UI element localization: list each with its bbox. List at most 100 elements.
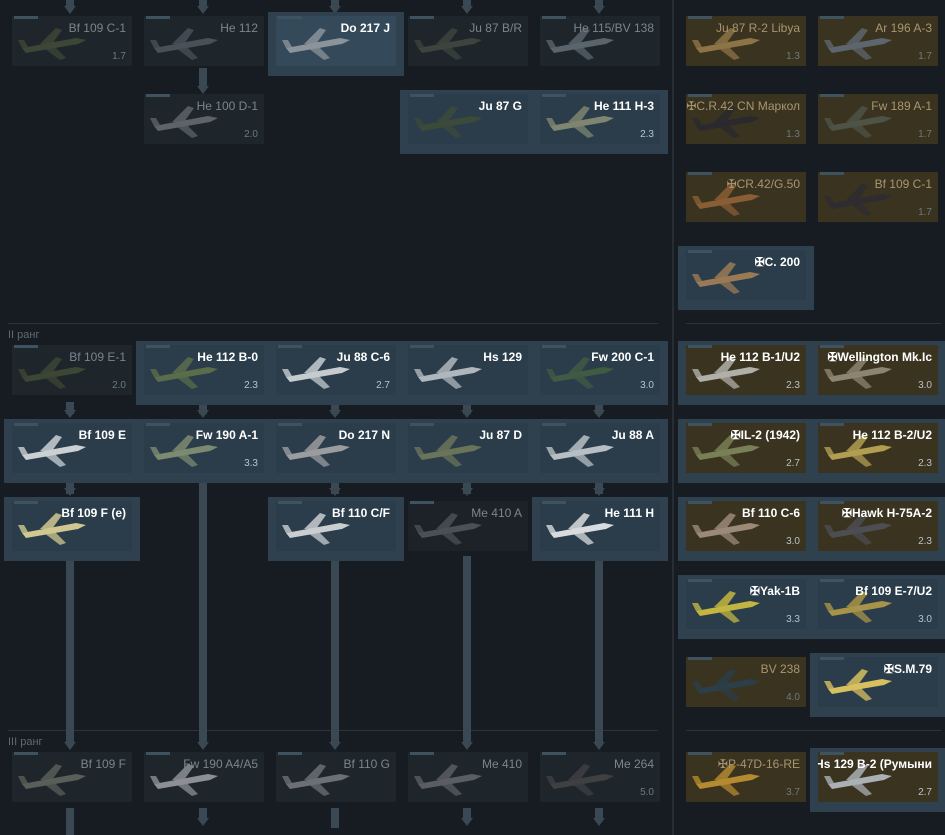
vehicle-card-he112b0[interactable]: He 112 B-0 2.3: [144, 345, 264, 395]
battle-rating: 3.0: [918, 614, 932, 625]
vehicle-card-bf109f[interactable]: Bf 109 F: [12, 752, 132, 802]
vehicle-card-me410a[interactable]: Me 410 A: [408, 501, 528, 551]
vehicle-name: Bf 109 E: [78, 428, 126, 442]
vehicle-card-ar196[interactable]: Ar 196 A-3 1.7: [818, 16, 938, 66]
vehicle-card-c200[interactable]: ✠C. 200: [686, 250, 806, 300]
vehicle-name: Ju 87 R-2 Libya: [715, 21, 800, 35]
vehicle-card-do217n[interactable]: Do 217 N: [276, 423, 396, 473]
folder-tab: [410, 752, 434, 755]
vehicle-card-bv238[interactable]: BV 238 4.0: [686, 657, 806, 707]
vehicle-card-he115[interactable]: He 115/BV 138: [540, 16, 660, 66]
aircraft-icon: [414, 764, 482, 796]
folder-tab: [278, 501, 302, 504]
aircraft-icon: [150, 28, 218, 60]
battle-rating: 5.0: [640, 787, 654, 798]
folder-tab: [688, 172, 712, 175]
folder-tab: [410, 423, 434, 426]
vehicle-name: He 112 B-0: [197, 350, 258, 364]
tree-connector: [463, 556, 471, 744]
vehicle-card-bf110cf[interactable]: Bf 110 C/F: [276, 501, 396, 551]
vehicle-card-he111h[interactable]: He 111 H: [540, 501, 660, 551]
folder-tab: [14, 423, 38, 426]
vehicle-card-bf110g[interactable]: Bf 110 G: [276, 752, 396, 802]
vehicle-card-sm79[interactable]: ✠S.M.79: [818, 657, 938, 707]
vehicle-card-p47[interactable]: ✠P-47D-16-RE 3.7: [686, 752, 806, 802]
vehicle-name: Bf 109 E-7/U2: [855, 584, 932, 598]
aircraft-icon: [414, 357, 482, 389]
vehicle-card-ju87d[interactable]: Ju 87 D: [408, 423, 528, 473]
vehicle-card-he111h3[interactable]: He 111 H-3 2.3: [540, 94, 660, 144]
battle-rating: 3.0: [640, 380, 654, 391]
tree-connector: [66, 558, 74, 744]
vehicle-name: Ju 88 A: [611, 428, 654, 442]
vehicle-card-bf109c1b[interactable]: Bf 109 C-1 1.7: [818, 172, 938, 222]
tree-connector: [199, 68, 207, 88]
vehicle-name: Do 217 J: [340, 21, 390, 35]
vehicle-name: Bf 109 F (e): [61, 506, 126, 520]
vehicle-card-fw190a4[interactable]: Fw 190 A4/A5: [144, 752, 264, 802]
vehicle-name: Fw 200 C-1: [591, 350, 654, 364]
vehicle-name: Fw 189 A-1: [871, 99, 932, 113]
vehicle-card-bf110c6[interactable]: Bf 110 C-6 3.0: [686, 501, 806, 551]
vehicle-name: Ju 87 B/R: [469, 21, 522, 35]
battle-rating: 2.0: [112, 380, 126, 391]
folder-tab: [410, 501, 434, 504]
vehicle-card-he112b2u2[interactable]: He 112 B-2/U2 2.3: [818, 423, 938, 473]
vehicle-card-ju88c6[interactable]: Ju 88 C-6 2.7: [276, 345, 396, 395]
vehicle-card-me264[interactable]: Me 264 5.0: [540, 752, 660, 802]
vehicle-card-hawk75[interactable]: ✠Hawk H-75A-2 2.3: [818, 501, 938, 551]
vehicle-card-il2[interactable]: ✠IL-2 (1942) 2.7: [686, 423, 806, 473]
tree-arrow: [461, 6, 473, 14]
vehicle-card-hs129[interactable]: Hs 129: [408, 345, 528, 395]
vehicle-card-fw189[interactable]: Fw 189 A-1 1.7: [818, 94, 938, 144]
vehicle-card-ju88a[interactable]: Ju 88 A: [540, 423, 660, 473]
battle-rating: 1.3: [786, 51, 800, 62]
vehicle-name: Do 217 N: [338, 428, 390, 442]
folder-tab: [146, 752, 170, 755]
aircraft-icon: [546, 435, 614, 467]
vehicle-card-bf109e1[interactable]: Bf 109 E-1 2.0: [12, 345, 132, 395]
battle-rating: 3.3: [244, 458, 258, 469]
vehicle-card-cr42g50[interactable]: ✠CR.42/G.50: [686, 172, 806, 222]
vehicle-card-me410[interactable]: Me 410: [408, 752, 528, 802]
vehicle-card-bf109e7u2[interactable]: Bf 109 E-7/U2 3.0: [818, 579, 938, 629]
tree-arrow: [461, 742, 473, 750]
battle-rating: 3.0: [786, 536, 800, 547]
vehicle-name: He 112 B-2/U2: [852, 428, 932, 442]
folder-tab: [278, 423, 302, 426]
folder-tab: [542, 752, 566, 755]
vehicle-card-cr42cn[interactable]: ✠C.R.42 CN Маркол 1.3: [686, 94, 806, 144]
vehicle-card-ju87g[interactable]: Ju 87 G: [408, 94, 528, 144]
vehicle-card-bf109e[interactable]: Bf 109 E: [12, 423, 132, 473]
tree-arrow: [197, 742, 209, 750]
vehicle-name: Ar 196 A-3: [875, 21, 932, 35]
tree-connector: [331, 558, 339, 744]
tree-arrow: [593, 410, 605, 418]
tree-arrow: [197, 410, 209, 418]
vehicle-card-fw190a1[interactable]: Fw 190 A-1 3.3: [144, 423, 264, 473]
folder-tab: [410, 345, 434, 348]
vehicle-name: ✠CR.42/G.50: [726, 177, 800, 191]
vehicle-card-he112[interactable]: He 112: [144, 16, 264, 66]
folder-tab: [14, 752, 38, 755]
vehicle-card-wellington[interactable]: ✠Wellington Mk.Ic 3.0: [818, 345, 938, 395]
folder-tab: [688, 250, 712, 253]
tree-arrow: [461, 818, 473, 826]
vehicle-card-bf109c1[interactable]: Bf 109 C-1 1.7: [12, 16, 132, 66]
rank-divider: [8, 323, 658, 324]
vehicle-card-he112b1u2[interactable]: He 112 B-1/U2 2.3: [686, 345, 806, 395]
vehicle-name: Bf 110 G: [343, 757, 390, 771]
vehicle-card-fw200[interactable]: Fw 200 C-1 3.0: [540, 345, 660, 395]
folder-tab: [820, 423, 844, 426]
vehicle-card-bf109fe[interactable]: Bf 109 F (e): [12, 501, 132, 551]
folder-tab: [14, 345, 38, 348]
tree-arrow: [197, 818, 209, 826]
vehicle-card-ju87r2[interactable]: Ju 87 R-2 Libya 1.3: [686, 16, 806, 66]
vehicle-card-do217j[interactable]: Do 217 J: [276, 16, 396, 66]
aircraft-icon: [692, 262, 760, 294]
vehicle-name: Hs 129: [483, 350, 522, 364]
vehicle-card-yak1b[interactable]: ✠Yak-1B 3.3: [686, 579, 806, 629]
vehicle-card-hs129b2r[interactable]: Hs 129 B-2 (Румыни 2.7: [818, 752, 938, 802]
vehicle-card-he100d1[interactable]: He 100 D-1 2.0: [144, 94, 264, 144]
vehicle-card-ju87br[interactable]: Ju 87 B/R: [408, 16, 528, 66]
